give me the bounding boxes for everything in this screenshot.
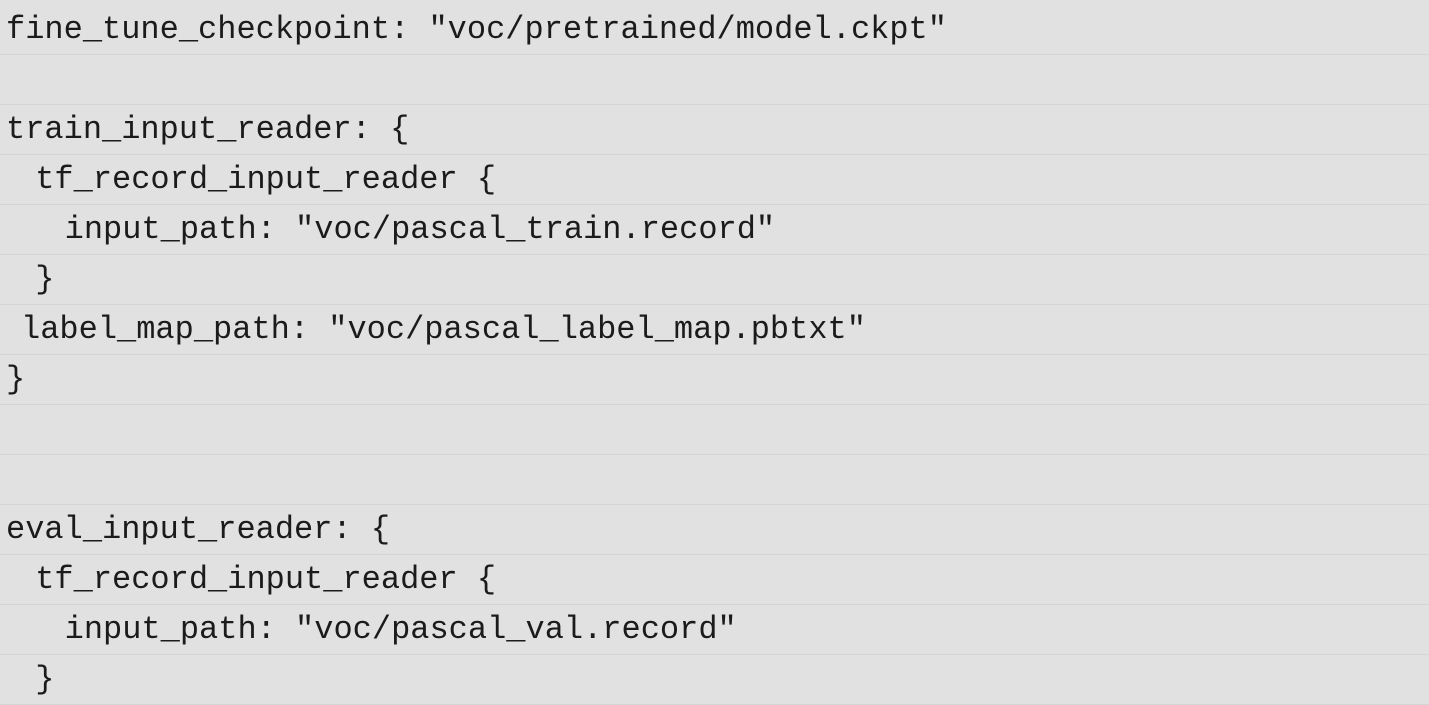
code-line-blank [0, 55, 1429, 105]
code-line-eval-input-reader: eval_input_reader: { [0, 505, 1429, 555]
code-line-train-input-path: input_path: "voc/pascal_train.record" [0, 205, 1429, 255]
code-line-train-tf-record-close: } [0, 255, 1429, 305]
code-line-train-tf-record-input-reader: tf_record_input_reader { [0, 155, 1429, 205]
code-line-eval-input-path: input_path: "voc/pascal_val.record" [0, 605, 1429, 655]
code-line-label-map-path: label_map_path: "voc/pascal_label_map.pb… [0, 305, 1429, 355]
code-line-blank [0, 405, 1429, 455]
config-code-block: fine_tune_checkpoint: "voc/pretrained/mo… [0, 5, 1429, 705]
code-line-train-input-reader: train_input_reader: { [0, 105, 1429, 155]
code-line-blank [0, 455, 1429, 505]
code-line-fine-tune-checkpoint: fine_tune_checkpoint: "voc/pretrained/mo… [0, 5, 1429, 55]
code-line-eval-tf-record-input-reader: tf_record_input_reader { [0, 555, 1429, 605]
code-line-eval-tf-record-close: } [0, 655, 1429, 705]
code-line-train-input-reader-close: } [0, 355, 1429, 405]
